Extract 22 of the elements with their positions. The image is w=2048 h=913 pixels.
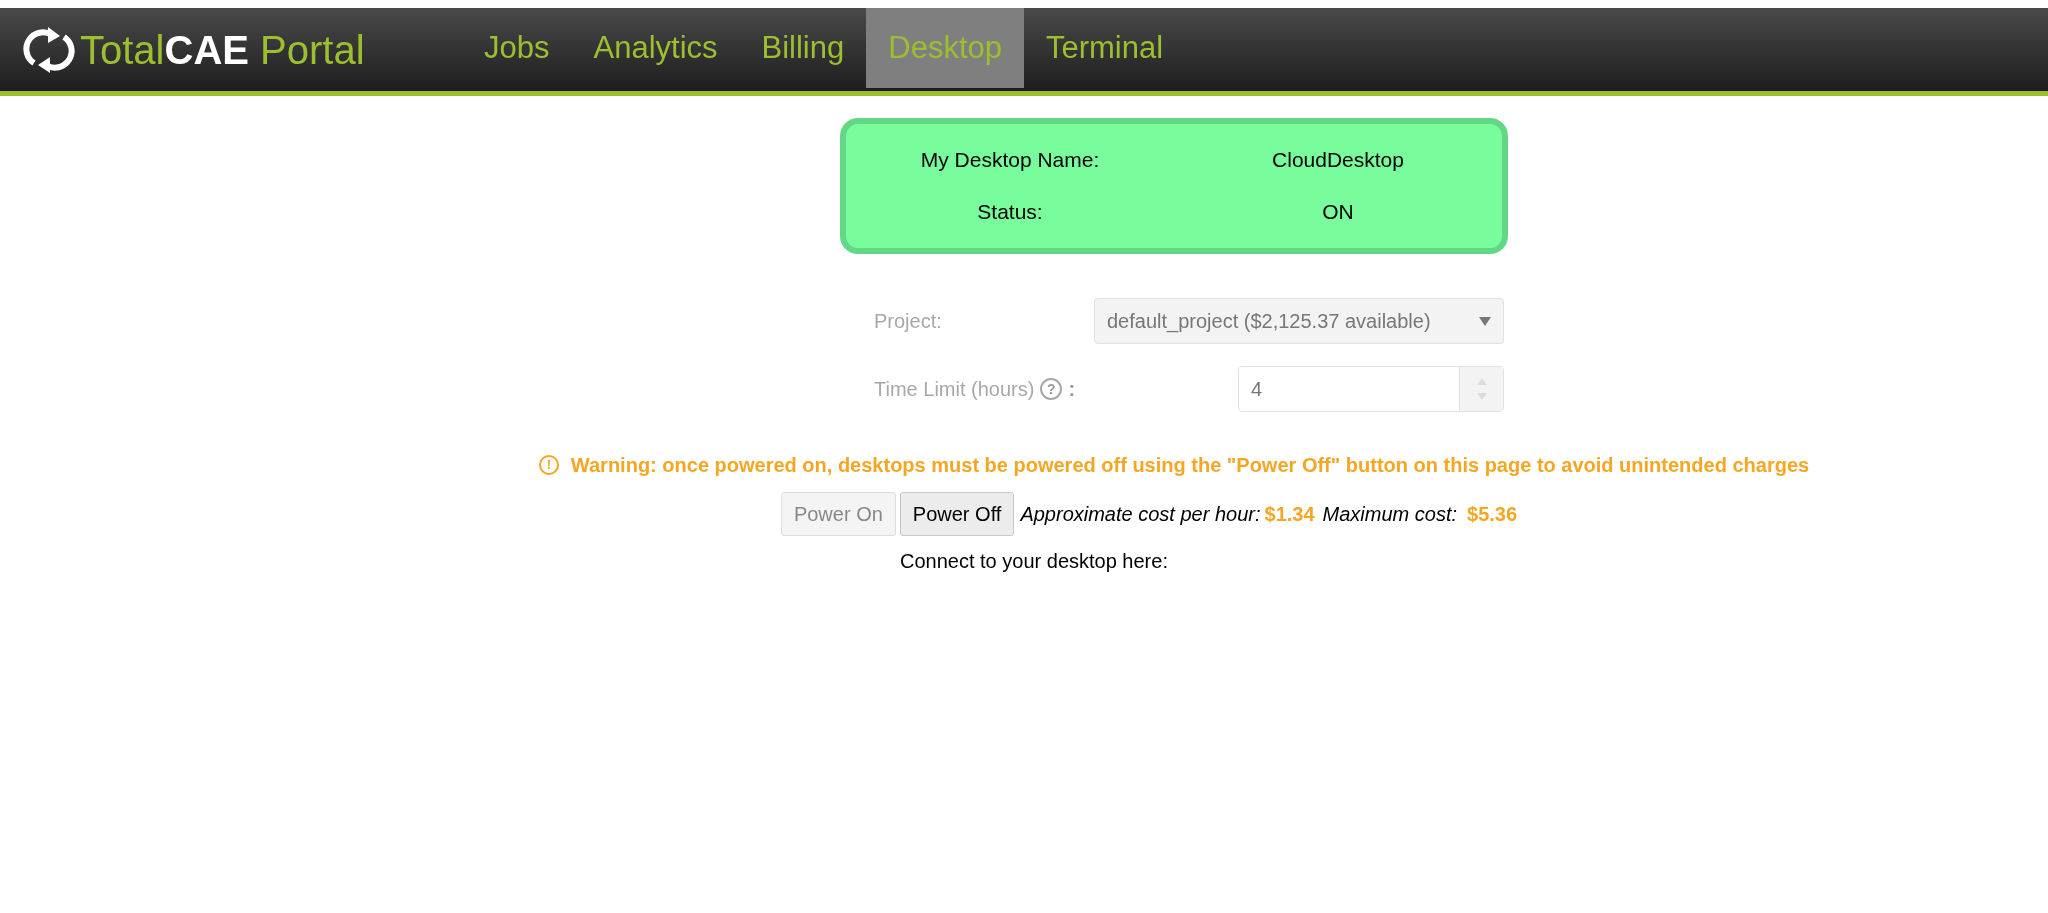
dropdown-caret-icon xyxy=(1479,316,1491,326)
connect-label: Connect to your desktop here: xyxy=(900,550,1168,572)
nav-tab[interactable]: Analytics xyxy=(571,8,740,88)
cost-value: $5.36 xyxy=(1467,502,1518,527)
field-label: Project: xyxy=(874,309,942,334)
brand-logo[interactable]: TotalCAE Portal xyxy=(80,29,365,70)
nav-tab[interactable]: Billing xyxy=(739,8,867,88)
cost-label: Approximate cost per hour: xyxy=(1020,502,1261,527)
cost-value: $1.34 xyxy=(1264,502,1315,527)
status-value: ON xyxy=(1321,199,1355,226)
status-label: My Desktop Name: xyxy=(919,147,1101,174)
status-label: Status: xyxy=(976,199,1044,226)
nav-tab[interactable]: Terminal xyxy=(1024,8,1186,88)
field-label-colon: : xyxy=(1068,377,1076,402)
cost-label: Maximum cost: xyxy=(1322,502,1458,527)
warning-icon: ! xyxy=(538,455,559,475)
field-label: Time Limit (hours) xyxy=(874,377,1035,402)
refresh-logo-icon xyxy=(22,24,76,75)
status-value: CloudDesktop xyxy=(1271,147,1405,174)
warning-message: Warning: once powered on, desktops must be powered off using the "Power Off" button on this page to avoid unintended charges xyxy=(570,453,1810,478)
nav-tab[interactable]: Jobs xyxy=(462,8,572,88)
power-button[interactable]: Power Off xyxy=(899,492,1015,536)
